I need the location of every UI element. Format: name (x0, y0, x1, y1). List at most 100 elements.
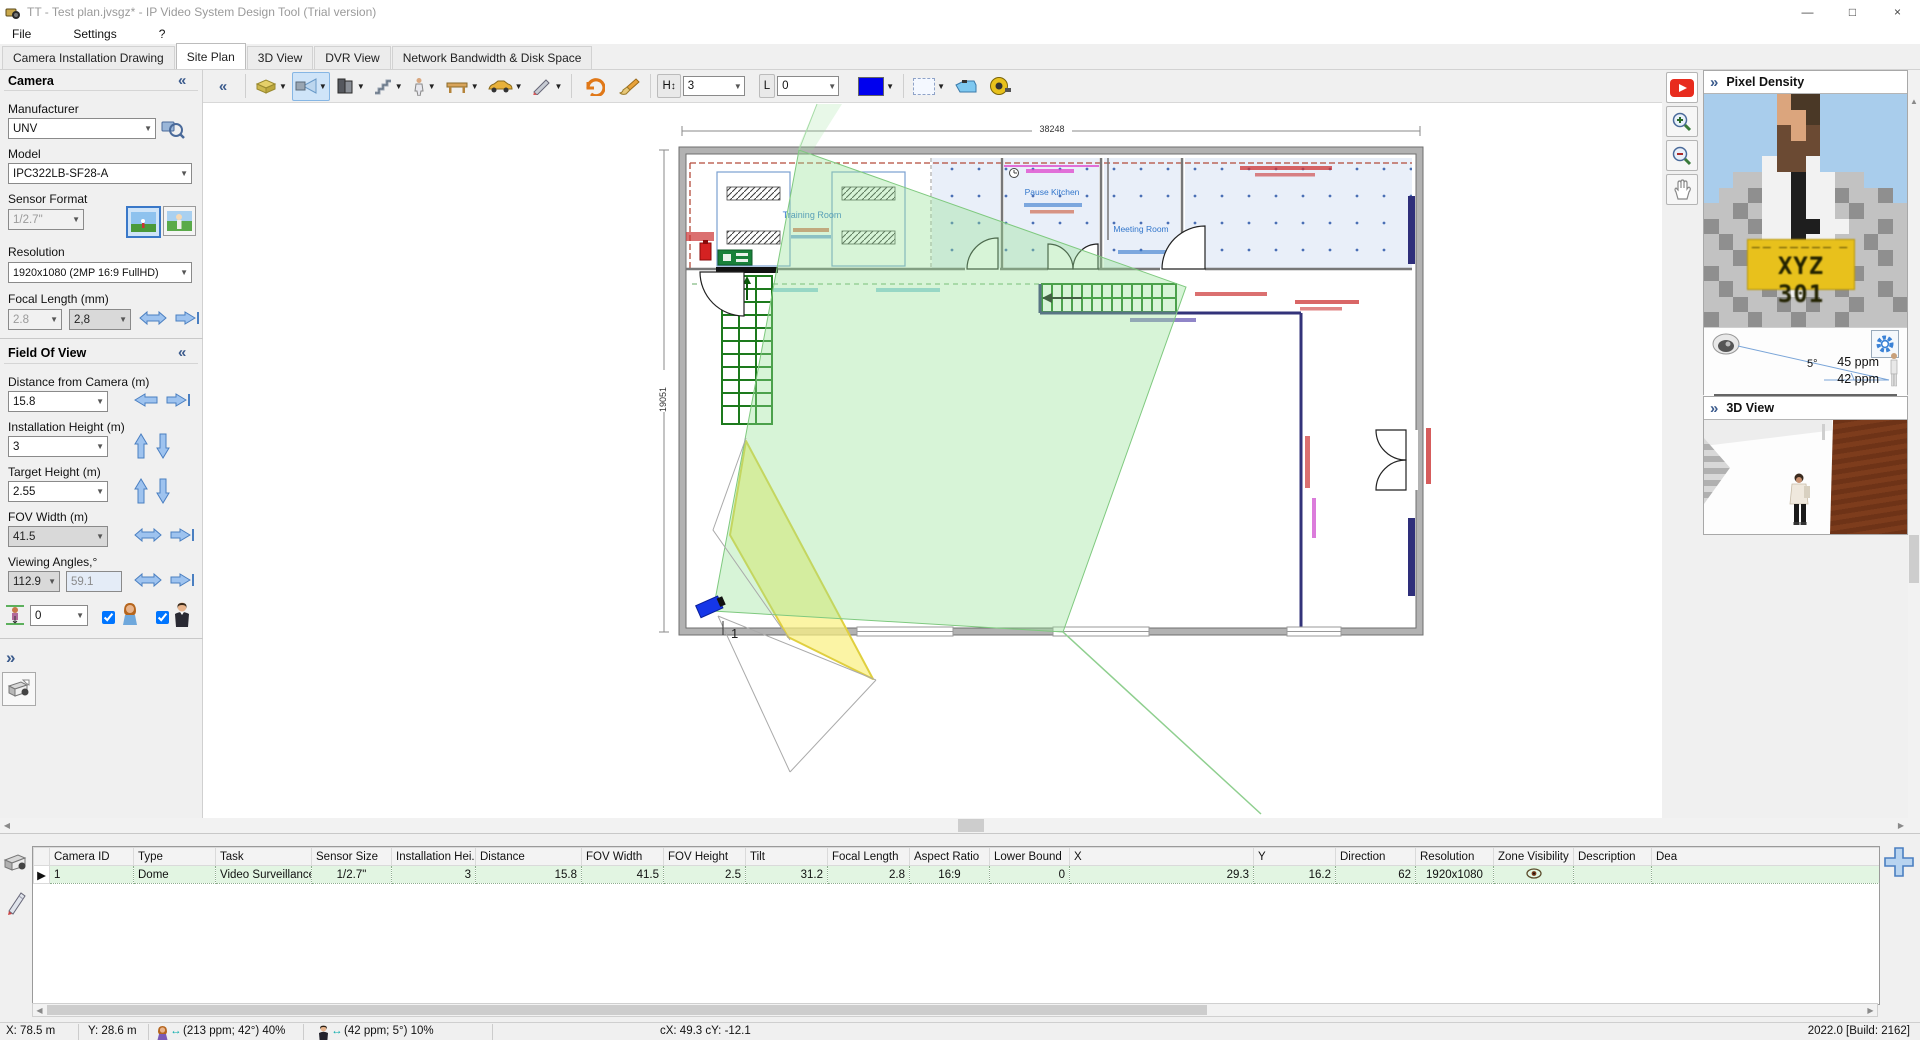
model-select[interactable]: IPC322LB-SF28-A ▼ (8, 163, 192, 184)
person-tool-button[interactable]: ▼ (408, 72, 440, 101)
row-selector[interactable]: ▶ (33, 865, 50, 884)
menu-settings[interactable]: Settings (61, 27, 128, 41)
table-hscroll-thumb[interactable] (47, 1005, 1207, 1015)
expand-more-icon[interactable]: » (6, 648, 15, 668)
column-header[interactable]: Tilt (745, 847, 828, 866)
selection-tool-button[interactable]: ▼ (910, 72, 948, 101)
car-tool-button[interactable]: ▼ (484, 72, 526, 101)
distance-select[interactable]: 15.8 ▼ (8, 391, 108, 412)
furniture-tool-button[interactable]: ▼ (252, 72, 290, 101)
tape-measure-button[interactable] (984, 72, 1016, 101)
fov-width-select[interactable]: 41.5 ▼ (8, 526, 108, 547)
lower-bound-select[interactable]: 0 ▼ (777, 76, 840, 96)
fov-section-collapse-icon[interactable]: « (178, 344, 186, 361)
table-cell[interactable]: 16.2 (1253, 865, 1336, 884)
column-header[interactable]: Type (133, 847, 216, 866)
column-header[interactable]: Task (215, 847, 312, 866)
scroll-left-icon[interactable]: ◀ (0, 818, 14, 833)
site-plan-canvas[interactable]: 38248 19051 Pause Kitchen Meeting Room 1 (203, 103, 1662, 818)
camera-list-tab-button[interactable] (2, 846, 30, 878)
column-header[interactable]: Zone Visibility (1493, 847, 1574, 866)
table-cell[interactable]: 0 (989, 865, 1070, 884)
table-cell[interactable]: 62 (1335, 865, 1416, 884)
canvas-hscrollbar[interactable]: ◀ ▶ (0, 818, 1908, 833)
pan-button[interactable] (1666, 174, 1698, 205)
install-height-select[interactable]: 3 ▼ (8, 436, 108, 457)
column-header[interactable]: Focal Length (827, 847, 910, 866)
manufacturer-select[interactable]: UNV ▼ (8, 118, 156, 139)
search-camera-button[interactable] (160, 116, 186, 143)
sensor-format-select[interactable]: 1/2.7" ▼ (8, 209, 84, 230)
table-cell[interactable] (1651, 865, 1879, 884)
table-tool-button[interactable]: ▼ (442, 72, 482, 101)
table-cell[interactable]: 3 (391, 865, 476, 884)
view-mode-wide-button[interactable] (126, 206, 161, 238)
column-header[interactable]: Dea (1651, 847, 1879, 866)
vscroll-thumb[interactable] (1909, 535, 1919, 583)
3d-view-header[interactable]: » 3D View (1704, 397, 1907, 420)
add-camera-button[interactable] (1884, 844, 1914, 885)
viewing-angle-h-select[interactable]: 112.9 ▼ (8, 571, 60, 592)
fov-width-arrows[interactable] (133, 527, 195, 546)
table-cell[interactable]: 1 (49, 865, 134, 884)
height-mode-button[interactable]: H ↕ (657, 74, 681, 98)
panel-expand-icon-2[interactable]: » (1710, 400, 1718, 417)
tab-3d-view[interactable]: 3D View (246, 46, 314, 69)
collapse-panel-button[interactable]: « (207, 72, 239, 101)
resolution-select[interactable]: 1920x1080 (2MP 16:9 FullHD) ▼ (8, 262, 192, 283)
focal-arrows[interactable] (138, 310, 200, 329)
column-header[interactable]: Camera ID (49, 847, 134, 866)
column-header[interactable]: X (1069, 847, 1254, 866)
column-header[interactable]: Sensor Size (311, 847, 392, 866)
table-cell[interactable]: Video Surveillance (215, 865, 312, 884)
scroll-right-icon[interactable]: ▶ (1894, 818, 1908, 833)
install-height-arrows[interactable] (133, 432, 171, 463)
minimize-button[interactable]: — (1785, 0, 1830, 24)
table-row[interactable]: ▶ 1 Dome Video Surveillance 1/2.7" 3 15.8 41.5 2… (33, 865, 1879, 884)
stairs-tool-button[interactable]: ▼ (370, 72, 406, 101)
target-height-arrows[interactable] (133, 477, 171, 508)
close-button[interactable]: × (1875, 0, 1920, 24)
maximize-button[interactable]: □ (1830, 0, 1875, 24)
column-header[interactable]: FOV Width (581, 847, 664, 866)
table-cell[interactable]: 41.5 (581, 865, 664, 884)
table-cell[interactable]: 1/2.7" (311, 865, 392, 884)
distance-arrows[interactable] (133, 392, 191, 411)
column-header[interactable]: Resolution (1415, 847, 1494, 866)
table-scroll-right-icon[interactable]: ▶ (1864, 1004, 1877, 1016)
table-hscrollbar[interactable]: ◀ ▶ (32, 1003, 1878, 1017)
tab-dvr-view[interactable]: DVR View (314, 46, 391, 69)
zoom-in-button[interactable] (1666, 106, 1698, 137)
table-cell[interactable]: 29.3 (1069, 865, 1254, 884)
camera-list-button[interactable] (2, 672, 36, 706)
focal-length-select[interactable]: 2.8 ▼ (8, 309, 62, 330)
camera-table[interactable]: Camera ID Type Task Sensor Size Installation… (33, 847, 1879, 884)
table-cell[interactable]: 31.2 (745, 865, 828, 884)
column-header[interactable]: Installation Hei... (391, 847, 476, 866)
column-header[interactable]: Y (1253, 847, 1336, 866)
camera-height-select[interactable]: 3 ▼ (682, 76, 745, 96)
color-swatch-button[interactable]: ▼ (855, 72, 897, 101)
video-help-button[interactable] (1666, 72, 1698, 103)
menu-file[interactable]: File (0, 27, 43, 41)
annotation-tab-button[interactable] (2, 886, 30, 918)
viewing-angle-arrows[interactable] (133, 572, 195, 591)
camera-tool-button[interactable]: ▼ (291, 71, 330, 101)
undo-button[interactable] (578, 72, 610, 101)
camera-section-collapse-icon[interactable]: « (178, 72, 186, 89)
measure-tool-button[interactable]: ▼ (528, 72, 566, 101)
menu-help[interactable]: ? (147, 27, 178, 41)
column-header[interactable]: Direction (1335, 847, 1416, 866)
table-cell[interactable]: 15.8 (475, 865, 582, 884)
column-header[interactable]: Lower Bound (989, 847, 1070, 866)
main-vscrollbar[interactable]: ▲ (1908, 70, 1920, 833)
zoom-out-button[interactable] (1666, 140, 1698, 171)
table-cell[interactable]: 2.5 (663, 865, 746, 884)
tab-camera-installation-drawing[interactable]: Camera Installation Drawing (2, 46, 175, 69)
table-cell[interactable]: Dome (133, 865, 216, 884)
viewing-angle-v-field[interactable]: 59.1 (66, 571, 122, 592)
zone-visibility-cell[interactable] (1493, 865, 1574, 884)
table-cell[interactable]: 1920x1080 (1415, 865, 1494, 884)
table-cell[interactable] (1573, 865, 1652, 884)
3d-view-preview[interactable] (1704, 420, 1907, 534)
